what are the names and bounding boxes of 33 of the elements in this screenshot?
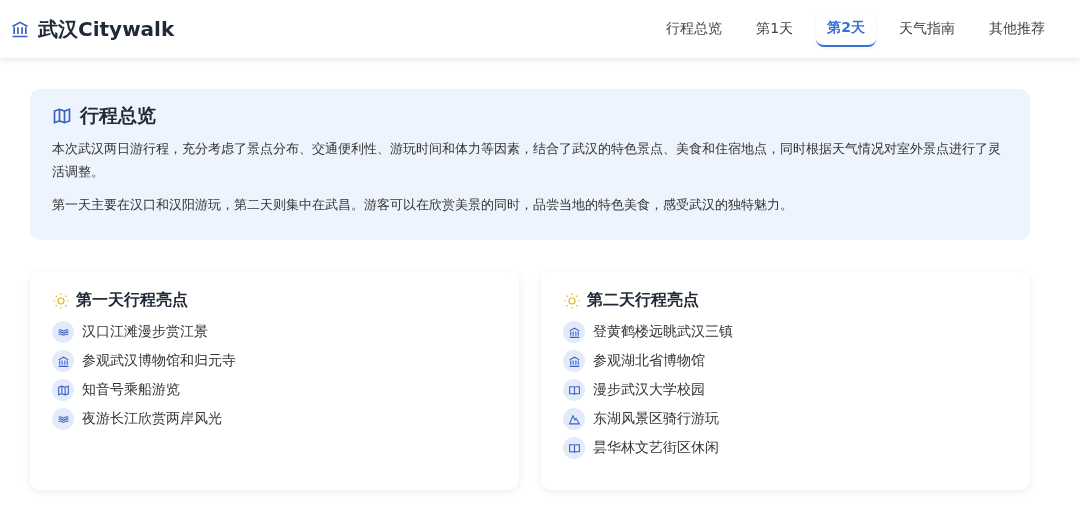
- waves-icon: [52, 321, 74, 343]
- section-title: 行程总览: [80, 103, 156, 128]
- map-icon: [52, 106, 72, 126]
- overview-paragraph: 本次武汉两日游行程，充分考虑了景点分布、交通便利性、游玩时间和体力等因素，结合了武汉的特色景点、美食和住宿地点，同时根据天气情况对室外景点进行了灵活调整。: [52, 140, 1002, 181]
- highlight-text: 汉口江滩漫步赏江景: [82, 323, 208, 341]
- highlight-text: 登黄鹤楼远眺武汉三镇: [593, 323, 733, 341]
- map-icon: [52, 379, 74, 401]
- book-icon: [563, 379, 585, 401]
- book-icon: [563, 437, 585, 459]
- overview-paragraph: 第一天主要在汉口和汉阳游玩，第二天则集中在武昌。游客可以在欣赏美景的同时，品尝当地的特色美食，感受武汉的独特魅力。: [52, 196, 794, 214]
- highlight-text: 知音号乘船游览: [82, 381, 180, 399]
- nav-tab[interactable]: 行程总览: [655, 11, 734, 47]
- museum-icon: [563, 350, 585, 372]
- waves-icon: [52, 408, 74, 430]
- nav-tab[interactable]: 其他推荐: [978, 11, 1056, 47]
- card-title: 第一天行程亮点: [76, 290, 188, 311]
- highlight-text: 参观湖北省博物馆: [593, 352, 705, 370]
- mountain-icon: [563, 408, 585, 430]
- highlight-text: 昙华林文艺街区休闲: [593, 439, 719, 457]
- highlight-text: 东湖风景区骑行游玩: [593, 410, 719, 428]
- highlight-text: 漫步武汉大学校园: [593, 381, 705, 399]
- museum-icon: [52, 350, 74, 372]
- nav-tab[interactable]: 天气指南: [888, 11, 966, 47]
- highlight-text: 夜游长江欣赏两岸风光: [82, 410, 222, 428]
- museum-icon: [10, 19, 30, 39]
- nav-tab[interactable]: 第2天: [816, 11, 876, 47]
- sun-icon: [563, 291, 581, 310]
- nav-tab[interactable]: 第1天: [745, 11, 805, 47]
- site-title: 武汉Citywalk: [38, 15, 175, 43]
- museum-icon: [563, 321, 585, 343]
- highlight-text: 参观武汉博物馆和归元寺: [82, 352, 236, 370]
- card-title: 第二天行程亮点: [587, 290, 699, 311]
- sun-icon: [52, 291, 70, 310]
